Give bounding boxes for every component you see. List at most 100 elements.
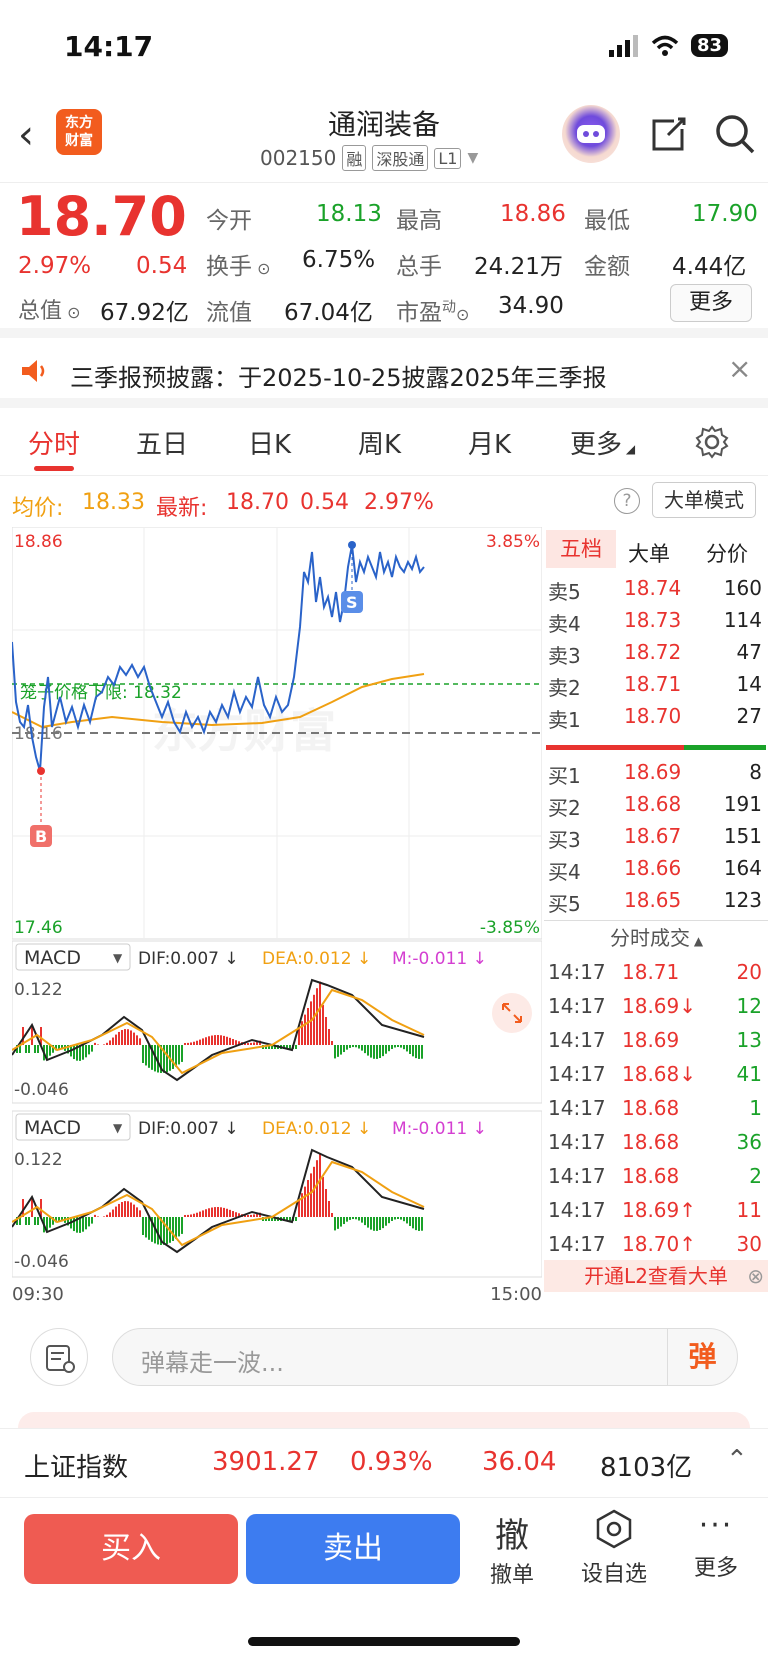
macd-histogram-bar xyxy=(382,1217,384,1229)
danmu-input[interactable]: 弹幕走一波... 弹 xyxy=(112,1328,738,1386)
trade-row[interactable]: 14:17 18.68↓ 41 xyxy=(544,1058,768,1090)
macd-histogram-bar xyxy=(367,1217,369,1228)
bid-price: 18.69 xyxy=(624,760,682,784)
info-icon: ⊙ xyxy=(62,303,81,322)
tab-big-orders[interactable]: 大单 xyxy=(628,538,670,568)
macd-histogram-bar xyxy=(91,1045,93,1052)
ask-row[interactable]: 卖3 18.72 47 xyxy=(544,636,768,668)
sell-button[interactable]: 卖出 xyxy=(246,1514,460,1584)
status-bar: 14:17 83 xyxy=(0,0,768,95)
tab-daily-k[interactable]: 日K xyxy=(248,424,291,461)
bid-row[interactable]: 买3 18.67 151 xyxy=(544,820,768,852)
trade-row[interactable]: 14:17 18.70↑ 30 xyxy=(544,1228,768,1260)
macd-histogram-bar xyxy=(361,1045,363,1051)
trade-volume: 20 xyxy=(736,960,762,984)
trade-time: 14:17 xyxy=(548,1232,606,1256)
macd-histogram-bar xyxy=(325,1017,327,1045)
intraday-chart-area[interactable]: 东方财富 笼子价格下限: 18.32 18.16 B S 18.86 17.46… xyxy=(11,526,543,1307)
macd-histogram-bar xyxy=(247,1042,249,1045)
macd-histogram-bar xyxy=(235,1040,237,1045)
trades-title[interactable]: 分时成交 ▲ xyxy=(610,922,703,951)
macd-chart-2 xyxy=(11,1148,425,1254)
tab-five-levels[interactable]: 五档 xyxy=(546,530,616,568)
bid-row[interactable]: 买4 18.66 164 xyxy=(544,852,768,884)
share-icon[interactable] xyxy=(650,115,688,153)
add-watchlist-button[interactable]: 设自选 xyxy=(574,1508,654,1588)
ask-row[interactable]: 卖4 18.73 114 xyxy=(544,604,768,636)
more-actions-button[interactable]: ··· 更多 xyxy=(676,1508,756,1582)
trade-row[interactable]: 14:17 18.68 36 xyxy=(544,1126,768,1158)
tab-monthly-k[interactable]: 月K xyxy=(468,424,511,461)
trade-row[interactable]: 14:17 18.69↑ 11 xyxy=(544,1194,768,1226)
tab-five-day[interactable]: 五日 xyxy=(136,424,188,461)
macd-histogram-bar xyxy=(376,1217,378,1231)
cancel-order-button[interactable]: 撤 撤单 xyxy=(472,1508,552,1589)
tab-weekly-k[interactable]: 周K xyxy=(358,424,401,461)
announcement-bar[interactable]: 三季报预披露：于2025-10-25披露2025年三季报 × xyxy=(0,338,768,408)
bid-volume: 8 xyxy=(749,760,762,784)
close-icon[interactable]: × xyxy=(728,352,751,385)
macd-histogram-bar xyxy=(379,1045,381,1058)
bid-label: 买2 xyxy=(548,796,581,820)
macd-histogram-bar xyxy=(397,1045,399,1048)
macd-histogram-bar xyxy=(217,1035,219,1045)
ask-row[interactable]: 卖5 18.74 160 xyxy=(544,572,768,604)
macd-histogram-bar xyxy=(358,1217,360,1221)
avg-value: 18.33 xyxy=(82,490,145,515)
index-value: 3901.27 xyxy=(212,1447,320,1477)
bid-price: 18.65 xyxy=(624,888,682,912)
macd-histogram-bar xyxy=(34,1217,36,1225)
assistant-robot-icon[interactable] xyxy=(562,105,620,163)
chevron-up-icon[interactable]: ⌃ xyxy=(726,1445,748,1475)
l2-upgrade-banner[interactable]: 开通L2查看大单 ⊗ xyxy=(544,1260,768,1292)
stock-code-row[interactable]: 002150 融 深股通 L1 ▼ xyxy=(260,145,478,171)
macd-dea-line xyxy=(11,988,425,1075)
search-icon[interactable] xyxy=(714,113,756,155)
big-order-mode-button[interactable]: 大单模式 xyxy=(652,482,756,518)
more-quote-button[interactable]: 更多 xyxy=(670,284,752,322)
pe-label: 市盈动⊙ xyxy=(396,299,470,326)
macd-histogram-bar xyxy=(193,1041,195,1045)
macd-histogram-bar xyxy=(94,1214,96,1217)
trade-row[interactable]: 14:17 18.68 1 xyxy=(544,1092,768,1124)
ask-row[interactable]: 卖1 18.70 27 xyxy=(544,700,768,732)
macd-histogram-bar xyxy=(328,1201,330,1217)
macd-histogram-bar xyxy=(214,1207,216,1217)
tab-price-dist[interactable]: 分价 xyxy=(706,538,748,568)
bid-row[interactable]: 买1 18.69 8 xyxy=(544,756,768,788)
pct-top-label: 3.85% xyxy=(486,532,540,552)
danmu-settings-icon[interactable] xyxy=(30,1328,88,1386)
danmu-send-button[interactable]: 弹 xyxy=(667,1329,737,1385)
wifi-icon xyxy=(651,35,679,56)
tab-intraday[interactable]: 分时 xyxy=(28,424,80,461)
macd-histogram-bar xyxy=(367,1045,369,1056)
macd-histogram-bar xyxy=(394,1217,396,1220)
divider xyxy=(544,920,768,921)
bid-row[interactable]: 买2 18.68 191 xyxy=(544,788,768,820)
trade-row[interactable]: 14:17 18.71 20 xyxy=(544,956,768,988)
buy-button[interactable]: 买入 xyxy=(24,1514,238,1584)
settings-gear-icon[interactable] xyxy=(694,424,730,460)
active-tab-indicator xyxy=(34,466,74,471)
macd-histogram-bar xyxy=(82,1217,84,1232)
ask-row[interactable]: 卖2 18.71 14 xyxy=(544,668,768,700)
intraday-chart-svg[interactable]: 东方财富 笼子价格下限: 18.32 18.16 B S 18.86 17.46… xyxy=(11,526,543,1307)
macd-histogram-bar xyxy=(217,1207,219,1217)
macd-histogram-bar xyxy=(346,1045,348,1050)
macd-histogram-bar xyxy=(382,1045,384,1057)
bid-price: 18.67 xyxy=(624,824,682,848)
trade-row[interactable]: 14:17 18.69↓ 12 xyxy=(544,990,768,1022)
bid-row[interactable]: 买5 18.65 123 xyxy=(544,884,768,916)
info-icon: ⊙ xyxy=(252,259,271,278)
trade-row[interactable]: 14:17 18.69 13 xyxy=(544,1024,768,1056)
index-ticker[interactable]: 上证指数 3901.27 0.93% 36.04 8103亿 ⌃ xyxy=(0,1428,768,1498)
macd-histogram-bar xyxy=(415,1217,417,1231)
tab-more[interactable]: 更多 ◢ xyxy=(570,424,635,461)
help-icon[interactable]: ? xyxy=(614,488,640,514)
expand-icon-bg[interactable] xyxy=(492,993,532,1033)
macd-histogram-bar xyxy=(202,1210,204,1217)
macd-dif-2: DIF:0.007 ↓ xyxy=(138,1119,239,1139)
macd-histogram-bar xyxy=(184,1214,186,1217)
trade-row[interactable]: 14:17 18.68 2 xyxy=(544,1160,768,1192)
macd-histogram-bar xyxy=(418,1045,420,1059)
